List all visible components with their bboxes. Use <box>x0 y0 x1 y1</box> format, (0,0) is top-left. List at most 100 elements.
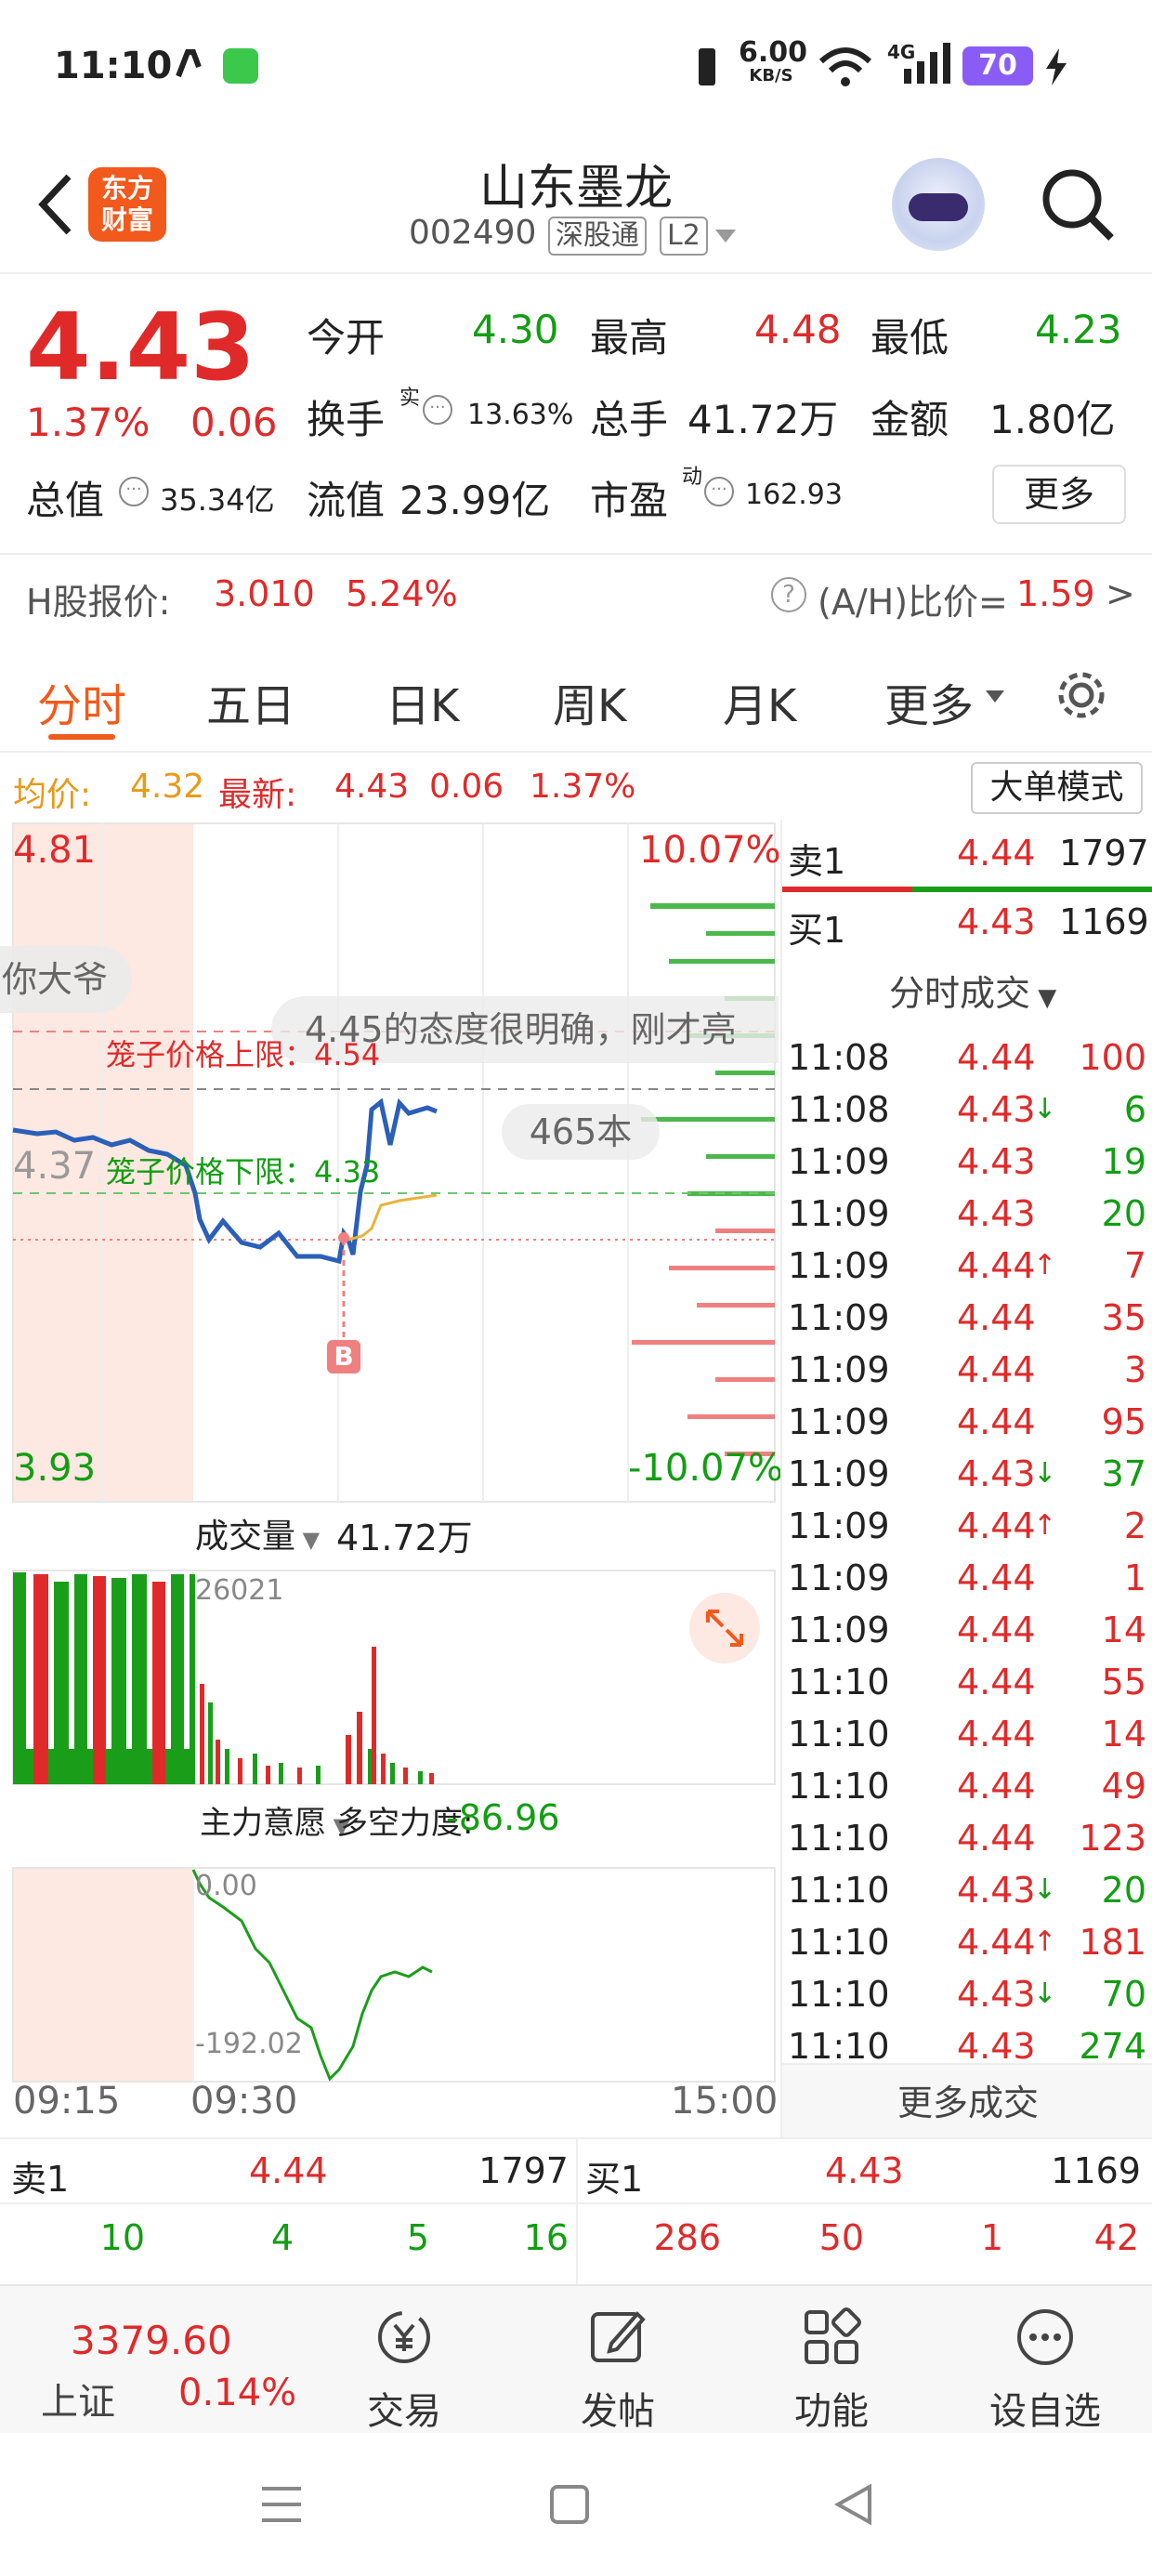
level2-tag: L2 <box>660 217 708 256</box>
tick-price: 4.43 <box>957 1453 1036 1494</box>
y-axis-max: 4.81 <box>13 829 97 872</box>
tick-row: 11:09 4.43 19 <box>782 1136 1152 1188</box>
h-share-label: H股报价: <box>26 582 171 623</box>
tick-time: 11:09 <box>788 1141 890 1182</box>
ah-arrow[interactable]: > <box>1106 573 1135 614</box>
pe-label: 市盈 <box>590 478 669 523</box>
chat-app-icon <box>223 48 258 84</box>
ask1-price: 4.44 <box>957 833 1036 874</box>
vibrate-icon <box>691 45 723 89</box>
bid-ask-ratio-bar <box>782 887 1152 892</box>
volume-label: 总手 <box>590 397 669 442</box>
add-watchlist-button[interactable]: 设自选 <box>962 2305 1129 2435</box>
info-icon[interactable]: ··· <box>119 477 149 506</box>
search-icon[interactable] <box>1039 165 1117 243</box>
mktcap-label: 总值 <box>26 478 105 523</box>
tick-price: 4.43 <box>957 1089 1036 1130</box>
ticks-title[interactable]: 分时成交 ▼ <box>889 965 1056 1016</box>
charging-icon <box>1044 48 1068 89</box>
tick-volume: 35 <box>1101 1297 1146 1338</box>
ah-ratio-value[interactable]: 1.59 <box>1016 573 1095 614</box>
order-book: 卖1 4.44 1797 买1 4.43 1169 10 4 5 16 286 … <box>0 2137 1152 2288</box>
volume-selector[interactable]: 成交量 ▼ <box>195 1509 320 1557</box>
high-label: 最高 <box>590 315 669 361</box>
tick-price: 4.44 <box>957 1557 1036 1598</box>
index-name: 上证 <box>41 2381 115 2424</box>
expand-icon[interactable] <box>689 1591 760 1662</box>
home-icon[interactable] <box>548 2483 591 2530</box>
barrage-bubble[interactable]: 465本 <box>502 1104 660 1160</box>
signal-icon: 4G <box>887 41 952 91</box>
indicator-selector[interactable]: 主力意愿 ▼ <box>200 1797 350 1843</box>
tab-weekly-k[interactable]: 周K <box>553 669 626 734</box>
post-button[interactable]: 发帖 <box>534 2305 701 2435</box>
tick-price: 4.44 <box>957 1610 1036 1650</box>
ob-sell-detail: 5 <box>406 2217 429 2258</box>
more-button[interactable]: 更多 <box>992 465 1126 524</box>
tab-monthly-k[interactable]: 月K <box>723 669 796 734</box>
big-order-mode-button[interactable]: 大单模式 <box>971 762 1143 814</box>
back-icon[interactable] <box>832 2483 875 2530</box>
tick-time: 11:10 <box>788 1870 890 1911</box>
indicator-value: -86.96 <box>446 1797 560 1838</box>
ob-buy-detail: 1 <box>980 2217 1003 2258</box>
tick-row: 11:10 4.44 49 <box>782 1760 1152 1812</box>
edit-icon <box>591 2311 646 2362</box>
tick-row: 11:09 4.44 3 <box>782 1344 1152 1396</box>
tick-time: 11:09 <box>788 1245 890 1286</box>
ask1-label: 卖1 <box>788 841 846 882</box>
tick-time: 11:09 <box>788 1505 890 1546</box>
index-ticker[interactable]: 3379.60 上证 0.14% <box>37 2314 316 2424</box>
bid1-volume: 1169 <box>1059 901 1149 942</box>
hk-connect-tag: 深股通 <box>548 217 647 256</box>
tab-intraday[interactable]: 分时 <box>37 669 126 734</box>
stock-code: 002490 <box>409 214 537 252</box>
change-pct: 1.37% <box>26 400 151 445</box>
functions-button[interactable]: 功能 <box>748 2305 915 2435</box>
trade-button[interactable]: 交易 <box>321 2305 488 2435</box>
intraday-chart[interactable]: 你大爷 4.45的态度很明确，刚才亮 465本 4.81 10.07% 4.37… <box>0 820 783 2139</box>
tick-time: 11:10 <box>788 1818 890 1859</box>
tick-row: 11:10 4.44 ↑ 181 <box>782 1916 1152 1968</box>
tab-daily-k[interactable]: 日K <box>386 669 459 734</box>
dropdown-icon[interactable] <box>713 228 738 250</box>
avg-label: 均价: <box>13 776 92 814</box>
ob-sell-detail: 4 <box>270 2217 294 2258</box>
tick-time: 11:09 <box>788 1349 890 1390</box>
tick-volume: 20 <box>1101 1193 1146 1234</box>
ob-buy-volume: 1169 <box>1051 2150 1141 2191</box>
tick-volume: 7 <box>1123 1245 1146 1286</box>
y-axis-mid: 4.37 <box>13 1145 97 1188</box>
tick-price: 4.44 <box>957 1714 1036 1755</box>
info-icon[interactable]: ··· <box>423 395 452 425</box>
low-value: 4.23 <box>1035 307 1122 352</box>
chart-tabs: 分时 五日 日K 周K 月K 更多 <box>0 641 1152 753</box>
tick-time: 11:09 <box>788 1193 890 1234</box>
help-icon[interactable]: ? <box>771 577 806 612</box>
info-icon[interactable]: ··· <box>704 477 734 506</box>
battery-icon: 70 <box>962 46 1033 85</box>
tick-volume: 37 <box>1101 1453 1146 1494</box>
tick-price: 4.44 <box>957 1401 1036 1442</box>
depth-bars <box>632 903 775 1456</box>
tick-volume: 1 <box>1123 1557 1146 1598</box>
tick-time: 11:10 <box>788 1662 890 1702</box>
bid1-price: 4.43 <box>957 901 1036 942</box>
tab-more[interactable]: 更多 <box>884 669 974 734</box>
assistant-robot-icon[interactable] <box>892 158 985 251</box>
tick-time: 11:10 <box>788 1714 890 1755</box>
tick-row: 11:08 4.43 ↓ 6 <box>782 1084 1152 1136</box>
tick-price: 4.44 <box>957 1818 1036 1859</box>
index-value: 3379.60 <box>71 2318 232 2363</box>
tick-time: 11:10 <box>788 1974 890 2015</box>
more-trades-button[interactable]: 更多成交 <box>782 2063 1152 2139</box>
tick-row: 11:09 4.44 14 <box>782 1604 1152 1656</box>
tick-row: 11:09 4.43 ↓ 37 <box>782 1448 1152 1500</box>
tab-five-day[interactable]: 五日 <box>206 669 295 734</box>
menu-icon[interactable] <box>260 2485 303 2528</box>
turnover-label: 换手 <box>307 397 386 442</box>
barrage-bubble[interactable]: 你大爷 <box>0 946 132 1013</box>
ah-ratio-label[interactable]: (A/H)比价= <box>818 573 1008 624</box>
settings-gear-icon[interactable] <box>1052 665 1111 729</box>
tick-time: 11:10 <box>788 1766 890 1807</box>
